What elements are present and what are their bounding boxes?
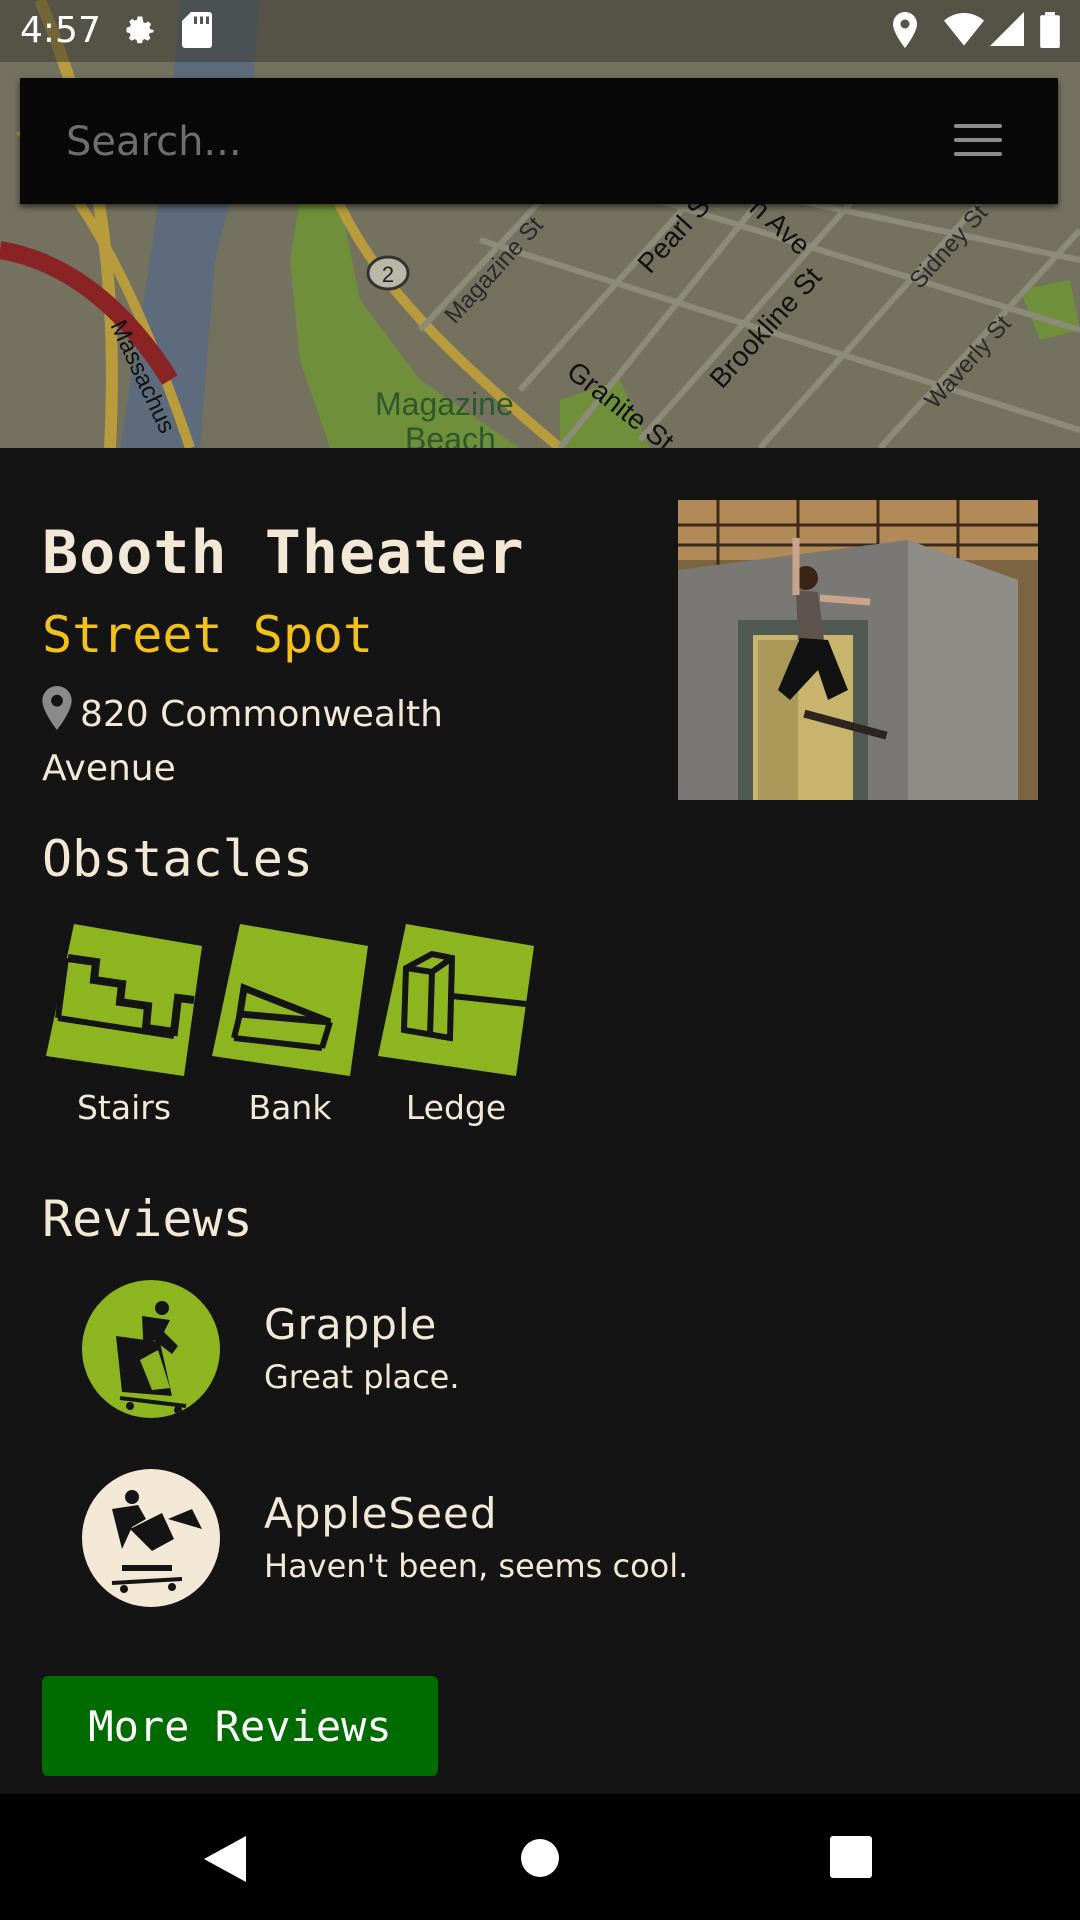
spot-photo[interactable] — [678, 500, 1038, 800]
recents-square-icon[interactable] — [830, 1836, 872, 1882]
map-tiles: Magazine St Pearl St n Ave Brookline St … — [0, 0, 1080, 448]
reviews-heading: Reviews — [42, 1190, 253, 1248]
reviewer-name: AppleSeed — [264, 1489, 498, 1538]
review-item[interactable]: AppleSeed Haven't been, seems cool. — [82, 1469, 982, 1609]
obstacle-bank[interactable]: Bank — [210, 918, 370, 1127]
stairs-icon — [44, 924, 204, 1082]
ledge-icon — [376, 924, 536, 1082]
map-pin-icon — [42, 686, 72, 744]
map-label: Beach — [405, 421, 496, 448]
more-reviews-button[interactable]: More Reviews — [42, 1676, 438, 1776]
back-triangle-icon[interactable] — [204, 1836, 246, 1886]
obstacle-label: Bank — [248, 1088, 332, 1127]
avatar — [82, 1280, 220, 1418]
spot-address: 820 Commonwealth Avenue — [42, 686, 562, 794]
spot-title: Booth Theater — [42, 518, 525, 588]
address-text: 820 Commonwealth Avenue — [42, 694, 443, 789]
search-bar — [20, 78, 1058, 204]
map-label: Magazine — [375, 386, 514, 422]
navigation-bar — [0, 1794, 1080, 1920]
home-circle-icon[interactable] — [520, 1838, 560, 1882]
obstacle-label: Ledge — [405, 1088, 507, 1127]
status-bar: 4:57 — [0, 0, 1080, 62]
review-text: Haven't been, seems cool. — [264, 1547, 689, 1585]
review-text: Great place. — [264, 1358, 460, 1396]
reviewer-name: Grapple — [264, 1300, 438, 1349]
skater-photo-image — [678, 500, 1038, 800]
status-time: 4:57 — [20, 10, 101, 51]
search-input[interactable] — [64, 108, 868, 176]
review-item[interactable]: Grapple Great place. — [82, 1280, 982, 1420]
obstacle-stairs[interactable]: Stairs — [44, 918, 204, 1127]
avatar — [82, 1469, 220, 1607]
bank-icon — [210, 924, 370, 1082]
map-view[interactable]: Magazine St Pearl St n Ave Brookline St … — [0, 0, 1080, 448]
spot-type: Street Spot — [42, 606, 374, 664]
route-shield-label: 2 — [382, 262, 394, 287]
obstacle-label: Stairs — [76, 1088, 172, 1127]
skater-avatar-icon — [116, 1301, 187, 1414]
obstacle-ledge[interactable]: Ledge — [376, 918, 536, 1127]
hamburger-menu-icon[interactable] — [954, 124, 1002, 158]
skater-avatar-icon — [111, 1490, 202, 1593]
obstacles-heading: Obstacles — [42, 830, 313, 888]
